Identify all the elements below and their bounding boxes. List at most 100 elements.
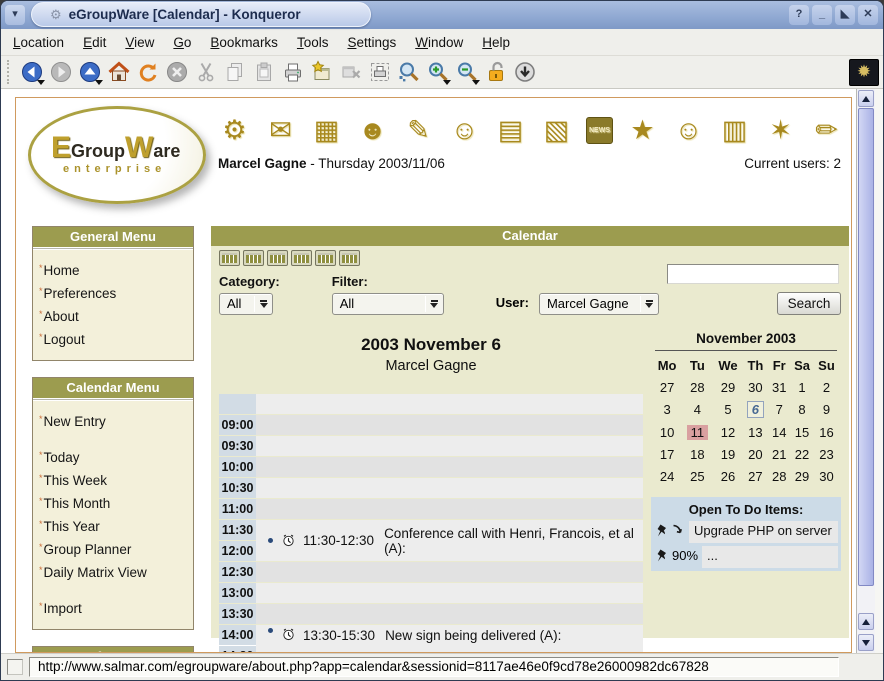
up-icon[interactable] <box>76 59 103 86</box>
admin-icon[interactable]: ⚙ <box>218 112 251 148</box>
time-slot[interactable] <box>256 394 643 414</box>
filemanager-icon[interactable]: ▤ <box>494 112 527 148</box>
sidebar-item-logout[interactable]: *Logout <box>39 327 187 350</box>
mini-calendar-day[interactable]: 30 <box>742 376 768 398</box>
bookmarks-icon[interactable]: ▧ <box>540 112 573 148</box>
todo-item[interactable]: Upgrade PHP on server <box>654 521 838 543</box>
mini-calendar-day[interactable]: 31 <box>768 376 790 398</box>
reload-icon[interactable] <box>134 59 161 86</box>
sidebar-item-daily-matrix-view[interactable]: *Daily Matrix View <box>39 560 187 583</box>
mini-calendar-day[interactable]: 26 <box>714 465 743 487</box>
category-select[interactable]: All <box>219 293 273 315</box>
notes-icon[interactable]: ✏ <box>810 112 843 148</box>
sidebar-item-preferences[interactable]: *Preferences <box>39 281 187 304</box>
close-button[interactable]: ✕ <box>858 5 878 25</box>
help-button[interactable]: ? <box>789 5 809 25</box>
search-input[interactable] <box>667 264 839 284</box>
mini-calendar-day[interactable]: 2 <box>814 376 839 398</box>
mini-calendar-day[interactable]: 6 <box>742 398 768 421</box>
zoom-icon[interactable] <box>395 59 422 86</box>
zoom-out-icon[interactable] <box>453 59 480 86</box>
mini-calendar-day[interactable]: 11 <box>681 421 713 443</box>
addressbook-icon[interactable]: ☻ <box>356 112 389 148</box>
calendar-icon[interactable]: ▦ <box>310 112 343 148</box>
download-icon[interactable] <box>511 59 538 86</box>
matrix-view-button[interactable] <box>339 250 360 266</box>
search-button[interactable]: Search <box>777 292 841 315</box>
news-icon[interactable]: NEWS <box>586 117 613 144</box>
mini-calendar-day[interactable]: 9 <box>814 398 839 421</box>
security-icon[interactable] <box>482 59 509 86</box>
infolog-icon[interactable]: ✎ <box>402 112 435 148</box>
planner-view-button[interactable] <box>315 250 336 266</box>
mini-calendar-day[interactable]: 29 <box>714 376 743 398</box>
time-slot[interactable] <box>256 604 643 624</box>
copy-icon[interactable] <box>221 59 248 86</box>
mini-calendar-day[interactable]: 20 <box>742 443 768 465</box>
back-icon[interactable] <box>18 59 45 86</box>
mini-calendar-day[interactable]: 3 <box>653 398 681 421</box>
time-slot[interactable] <box>256 415 643 435</box>
titlebar[interactable]: ▾ ⚙ eGroupWare [Calendar] - Konqueror ?_… <box>1 1 883 29</box>
mini-calendar-day[interactable]: 15 <box>790 421 814 443</box>
mini-calendar-day[interactable]: 22 <box>790 443 814 465</box>
time-slot[interactable] <box>256 478 643 498</box>
print-frame-icon[interactable] <box>366 59 393 86</box>
mini-calendar-day[interactable]: 4 <box>681 398 713 421</box>
sidebar-item-this-year[interactable]: *This Year <box>39 514 187 537</box>
vertical-scrollbar[interactable] <box>856 89 875 653</box>
mini-calendar-day[interactable]: 30 <box>814 465 839 487</box>
calendar-event[interactable]: 13:30-15:30New sign being delivered (A): <box>256 625 643 653</box>
home-icon[interactable] <box>105 59 132 86</box>
menu-bookmarks[interactable]: Bookmarks <box>210 35 278 50</box>
mini-calendar-day[interactable]: 21 <box>768 443 790 465</box>
sidebar-item-group-planner[interactable]: *Group Planner <box>39 537 187 560</box>
mini-calendar-day[interactable]: 8 <box>790 398 814 421</box>
email-icon[interactable]: ✉ <box>264 112 297 148</box>
paste-icon[interactable] <box>250 59 277 86</box>
mini-calendar-day[interactable]: 14 <box>768 421 790 443</box>
todo-item[interactable]: 90%... <box>654 546 838 568</box>
todo-text[interactable]: ... <box>702 546 838 568</box>
cut-icon[interactable] <box>192 59 219 86</box>
year-view-button[interactable] <box>291 250 312 266</box>
stop-icon[interactable] <box>163 59 190 86</box>
day-view-button[interactable] <box>219 250 240 266</box>
sidebar-item-home[interactable]: *Home <box>39 258 187 281</box>
mini-calendar-day[interactable]: 18 <box>681 443 713 465</box>
maximize-button[interactable]: ◣ <box>835 5 855 25</box>
mini-calendar-day[interactable]: 10 <box>653 421 681 443</box>
minimize-button[interactable]: _ <box>812 5 832 25</box>
scrollbar-thumb[interactable] <box>858 108 874 586</box>
menu-help[interactable]: Help <box>482 35 510 50</box>
user-select[interactable]: Marcel Gagne <box>539 293 659 315</box>
sidebar-item-new-entry[interactable]: *New Entry <box>39 409 187 432</box>
window-menu-button[interactable]: ▾ <box>5 5 25 25</box>
mini-calendar-day[interactable]: 16 <box>814 421 839 443</box>
week-view-button[interactable] <box>243 250 264 266</box>
time-slot[interactable] <box>256 457 643 477</box>
print-icon[interactable] <box>279 59 306 86</box>
sidebar-item-today[interactable]: *Today <box>39 445 187 468</box>
scroll-up-button[interactable] <box>858 90 874 107</box>
mini-calendar-day[interactable]: 29 <box>790 465 814 487</box>
scroll-up-button-bottom[interactable] <box>858 613 874 630</box>
time-slot[interactable] <box>256 436 643 456</box>
sidebar-item-import[interactable]: *Import <box>39 596 187 619</box>
sidebar-item-about[interactable]: *About <box>39 304 187 327</box>
menu-location[interactable]: Location <box>13 35 64 50</box>
forum-icon[interactable]: ☺ <box>672 112 705 148</box>
mini-calendar-day[interactable]: 23 <box>814 443 839 465</box>
mini-calendar-day[interactable]: 12 <box>714 421 743 443</box>
mini-calendar-day[interactable]: 27 <box>742 465 768 487</box>
mini-calendar-day[interactable]: 28 <box>681 376 713 398</box>
mini-calendar-day[interactable]: 28 <box>768 465 790 487</box>
mini-calendar-day[interactable]: 25 <box>681 465 713 487</box>
messenger-icon[interactable]: ☺ <box>448 112 481 148</box>
scroll-down-button[interactable] <box>858 634 874 651</box>
mini-calendar-day[interactable]: 19 <box>714 443 743 465</box>
toolbar-grip[interactable] <box>7 60 11 84</box>
mini-calendar-day[interactable]: 5 <box>714 398 743 421</box>
menu-edit[interactable]: Edit <box>83 35 106 50</box>
time-slot[interactable] <box>256 583 643 603</box>
